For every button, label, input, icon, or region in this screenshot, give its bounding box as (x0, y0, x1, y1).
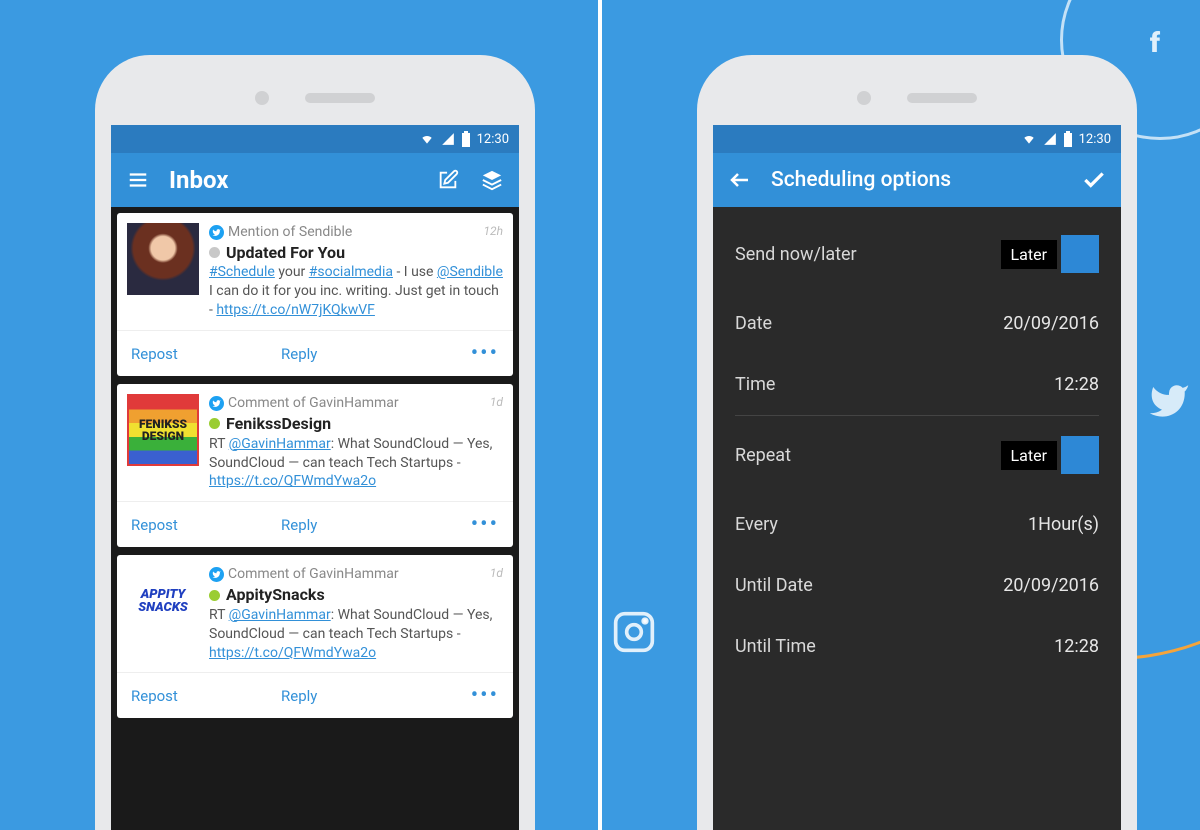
inbox-content: 12h Mention of Sendible Updated For You (111, 207, 519, 732)
signal-icon (1043, 132, 1057, 146)
until-time-row[interactable]: Until Time 12:28 (713, 616, 1121, 677)
repost-button[interactable]: Repost (131, 516, 261, 534)
repeat-toggle[interactable]: Later (1001, 436, 1099, 474)
row-label: Until Time (735, 636, 816, 657)
page-title: Scheduling options (771, 168, 1063, 192)
reply-button[interactable]: Reply (261, 516, 471, 534)
toggle-label: Later (1001, 240, 1057, 269)
card-meta: Mention of Sendible (228, 223, 352, 242)
row-value: 12:28 (1054, 374, 1099, 395)
url-link[interactable]: https://t.co/nW7jKQkwVF (216, 302, 375, 318)
more-icon[interactable]: ••• (471, 683, 499, 708)
layers-icon[interactable] (479, 167, 505, 193)
time-ago: 1d (490, 394, 503, 410)
app-bar-scheduling: Scheduling options (713, 153, 1121, 207)
inbox-card[interactable]: APPITY SNACKS 1d Comment of GavinHammar (117, 555, 513, 718)
status-dot (209, 418, 220, 429)
time-row[interactable]: Time 12:28 (713, 354, 1121, 415)
card-meta: Comment of GavinHammar (228, 394, 399, 413)
row-label: Send now/later (735, 244, 857, 265)
card-title: Updated For You (226, 242, 345, 264)
twitter-icon (1148, 380, 1190, 426)
status-time: 12:30 (1079, 132, 1111, 147)
twitter-badge-icon (209, 225, 224, 240)
avatar: FENIKSS DESIGN (127, 394, 199, 466)
row-label: Repeat (735, 445, 791, 466)
until-date-row[interactable]: Until Date 20/09/2016 (713, 555, 1121, 616)
app-bar-inbox: Inbox (111, 153, 519, 207)
card-body-text: RT @GavinHammar: What SoundCloud — Yes, … (209, 435, 503, 492)
toggle-label: Later (1001, 441, 1057, 470)
signal-icon (441, 132, 455, 146)
send-now-later-row[interactable]: Send now/later Later (713, 215, 1121, 293)
repeat-row[interactable]: Repeat Later (713, 416, 1121, 494)
send-toggle[interactable]: Later (1001, 235, 1099, 273)
more-icon[interactable]: ••• (471, 341, 499, 366)
url-link[interactable]: https://t.co/QFWmdYwa2o (209, 473, 376, 489)
toggle-handle[interactable] (1061, 235, 1099, 273)
repost-button[interactable]: Repost (131, 345, 261, 363)
hashtag-link[interactable]: #Schedule (209, 264, 275, 280)
card-title: FenikssDesign (226, 413, 331, 435)
row-value: 20/09/2016 (1003, 575, 1099, 596)
inbox-card[interactable]: FENIKSS DESIGN 1d Comment of GavinHammar (117, 384, 513, 547)
status-bar: 12:30 (713, 125, 1121, 153)
reply-button[interactable]: Reply (261, 345, 471, 363)
reply-button[interactable]: Reply (261, 687, 471, 705)
mention-link[interactable]: @GavinHammar (229, 436, 331, 452)
row-value: 20/09/2016 (1003, 313, 1099, 334)
row-value: 1Hour(s) (1028, 514, 1099, 535)
page-title: Inbox (169, 166, 417, 194)
facebook-icon: f (1150, 26, 1160, 59)
instagram-icon (612, 610, 656, 658)
hashtag-link[interactable]: #socialmedia (309, 264, 393, 280)
row-label: Time (735, 374, 775, 395)
card-body-text: RT @GavinHammar: What SoundCloud — Yes, … (209, 606, 503, 663)
checkmark-icon[interactable] (1081, 167, 1107, 193)
phone-frame-left: 12:30 Inbox (95, 55, 535, 830)
avatar: APPITY SNACKS (127, 565, 199, 637)
repost-button[interactable]: Repost (131, 687, 261, 705)
card-title: AppitySnacks (226, 584, 325, 606)
inbox-card[interactable]: 12h Mention of Sendible Updated For You (117, 213, 513, 376)
status-bar: 12:30 (111, 125, 519, 153)
status-time: 12:30 (477, 132, 509, 147)
date-row[interactable]: Date 20/09/2016 (713, 293, 1121, 354)
row-label: Every (735, 514, 778, 535)
more-icon[interactable]: ••• (471, 512, 499, 537)
every-row[interactable]: Every 1Hour(s) (713, 494, 1121, 555)
avatar (127, 223, 199, 295)
wifi-icon (1021, 132, 1037, 146)
time-ago: 12h (484, 223, 504, 239)
twitter-badge-icon (209, 396, 224, 411)
row-label: Date (735, 313, 772, 334)
card-body-text: #Schedule your #socialmedia - I use @Sen… (209, 263, 503, 320)
mention-link[interactable]: @Sendible (437, 264, 503, 280)
status-dot (209, 590, 220, 601)
battery-icon (461, 131, 471, 147)
back-arrow-icon[interactable] (727, 167, 753, 193)
time-ago: 1d (490, 565, 503, 581)
wifi-icon (419, 132, 435, 146)
phone-frame-right: 12:30 Scheduling options Send now/later … (697, 55, 1137, 830)
mention-link[interactable]: @GavinHammar (229, 607, 331, 623)
compose-icon[interactable] (435, 167, 461, 193)
hamburger-icon[interactable] (125, 167, 151, 193)
row-label: Until Date (735, 575, 813, 596)
status-dot (209, 247, 220, 258)
battery-icon (1063, 131, 1073, 147)
toggle-handle[interactable] (1061, 436, 1099, 474)
twitter-badge-icon (209, 567, 224, 582)
card-meta: Comment of GavinHammar (228, 565, 399, 584)
row-value: 12:28 (1054, 636, 1099, 657)
scheduling-content: Send now/later Later Date 20/09/2016 Tim… (713, 207, 1121, 830)
url-link[interactable]: https://t.co/QFWmdYwa2o (209, 645, 376, 661)
